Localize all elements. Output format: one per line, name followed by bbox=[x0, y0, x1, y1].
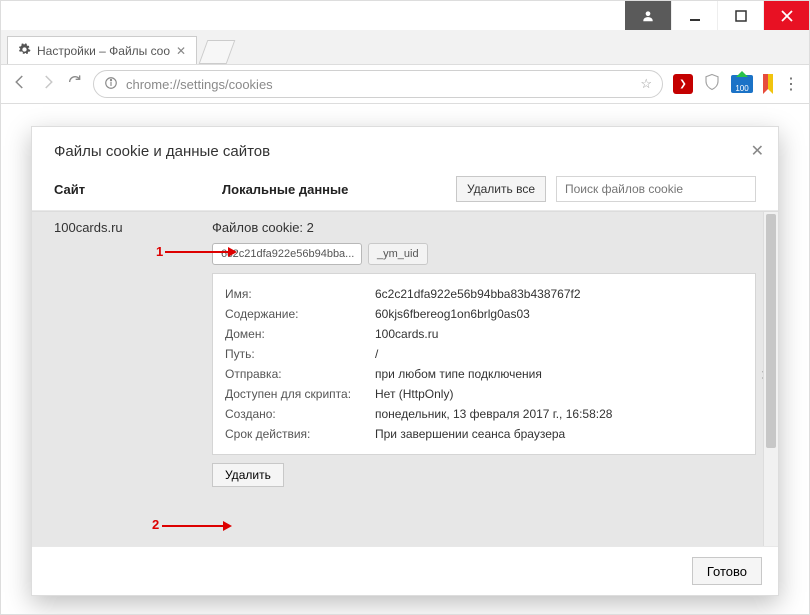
detail-key-created: Создано: bbox=[225, 407, 375, 421]
address-bar[interactable]: chrome://settings/cookies ☆ bbox=[93, 70, 663, 98]
browser-toolbar: chrome://settings/cookies ☆ 100 ⋮ bbox=[0, 64, 810, 104]
detail-val-expires: При завершении сеанса браузера bbox=[375, 427, 743, 441]
window-titlebar bbox=[0, 0, 810, 30]
adblock-icon[interactable] bbox=[673, 74, 693, 94]
cookie-chips: 6c2c21dfa922e56b94bba... _ym_uid bbox=[212, 243, 756, 265]
detail-val-content: 60kjs6fbereog1on6brlg0as03 bbox=[375, 307, 743, 321]
detail-val-path: / bbox=[375, 347, 743, 361]
cookie-details: Имя:6c2c21dfa922e56b94bba83b438767f2 Сод… bbox=[212, 273, 756, 455]
detail-val-created: понедельник, 13 февраля 2017 г., 16:58:2… bbox=[375, 407, 743, 421]
download-helper-badge: 100 bbox=[735, 84, 748, 93]
detail-val-domain: 100cards.ru bbox=[375, 327, 743, 341]
close-button[interactable] bbox=[763, 1, 809, 30]
annotation-arrow-1-head bbox=[228, 247, 237, 257]
url-text: chrome://settings/cookies bbox=[126, 77, 632, 92]
annotation-label-2: 2 bbox=[152, 517, 159, 532]
new-tab-button[interactable] bbox=[199, 40, 236, 64]
detail-val-send: при любом типе подключения bbox=[375, 367, 743, 381]
yandex-bookmark-icon[interactable] bbox=[763, 74, 773, 94]
cookie-chip-other[interactable]: _ym_uid bbox=[368, 243, 428, 265]
done-button[interactable]: Готово bbox=[692, 557, 762, 585]
detail-val-name: 6c2c21dfa922e56b94bba83b438767f2 bbox=[375, 287, 743, 301]
delete-cookie-button[interactable]: Удалить bbox=[212, 463, 284, 487]
user-icon[interactable] bbox=[625, 1, 671, 30]
detail-key-domain: Домен: bbox=[225, 327, 375, 341]
delete-all-button[interactable]: Удалить все bbox=[456, 176, 546, 202]
site-data-column: Файлов cookie: 2 6c2c21dfa922e56b94bba..… bbox=[212, 212, 778, 546]
download-helper-icon[interactable]: 100 bbox=[731, 75, 753, 93]
shield-icon[interactable] bbox=[703, 73, 721, 96]
dialog-body: 100cards.ru Файлов cookie: 2 6c2c21dfa92… bbox=[32, 211, 778, 546]
annotation-arrow-2-line bbox=[162, 525, 224, 527]
detail-val-script: Нет (HttpOnly) bbox=[375, 387, 743, 401]
back-icon[interactable] bbox=[11, 73, 29, 96]
cookie-count: Файлов cookie: 2 bbox=[212, 220, 756, 235]
scrollbar-thumb[interactable] bbox=[766, 214, 776, 448]
dialog-header-row: Сайт Локальные данные Удалить все bbox=[32, 176, 778, 211]
detail-key-path: Путь: bbox=[225, 347, 375, 361]
search-cookies-input[interactable] bbox=[556, 176, 756, 202]
tab-title: Настройки – Файлы coo bbox=[37, 44, 170, 58]
annotation-arrow-2-head bbox=[223, 521, 232, 531]
detail-key-script: Доступен для скрипта: bbox=[225, 387, 375, 401]
detail-key-send: Отправка: bbox=[225, 367, 375, 381]
annotation-label-1: 1 bbox=[156, 244, 163, 259]
tab-close-icon[interactable]: ✕ bbox=[176, 44, 186, 58]
reload-icon[interactable] bbox=[67, 74, 83, 95]
annotation-arrow-1-line bbox=[165, 251, 229, 253]
gear-icon bbox=[18, 43, 31, 59]
column-header-site: Сайт bbox=[54, 182, 212, 197]
info-icon[interactable] bbox=[104, 76, 118, 93]
dialog-close-icon[interactable]: ✕ bbox=[751, 141, 764, 161]
dialog-scrollbar[interactable] bbox=[763, 212, 778, 546]
menu-icon[interactable]: ⋮ bbox=[783, 74, 799, 94]
tab-settings[interactable]: Настройки – Файлы coo ✕ bbox=[7, 36, 197, 64]
column-header-localdata: Локальные данные bbox=[222, 182, 446, 197]
tab-strip: Настройки – Файлы coo ✕ bbox=[0, 30, 810, 64]
dialog-title: Файлы cookie и данные сайтов bbox=[32, 127, 778, 176]
maximize-button[interactable] bbox=[717, 1, 763, 30]
detail-key-name: Имя: bbox=[225, 287, 375, 301]
detail-key-content: Содержание: bbox=[225, 307, 375, 321]
titlebar-spacer bbox=[1, 1, 625, 30]
forward-icon[interactable] bbox=[39, 73, 57, 96]
bookmark-star-icon[interactable]: ☆ bbox=[640, 76, 652, 92]
dialog-footer: Готово bbox=[32, 546, 778, 595]
cookies-dialog: ✕ Файлы cookie и данные сайтов Сайт Лока… bbox=[31, 126, 779, 596]
minimize-button[interactable] bbox=[671, 1, 717, 30]
content-area: × ✕ Файлы cookie и данные сайтов Сайт Ло… bbox=[0, 104, 810, 615]
site-name[interactable]: 100cards.ru bbox=[32, 212, 212, 546]
detail-key-expires: Срок действия: bbox=[225, 427, 375, 441]
